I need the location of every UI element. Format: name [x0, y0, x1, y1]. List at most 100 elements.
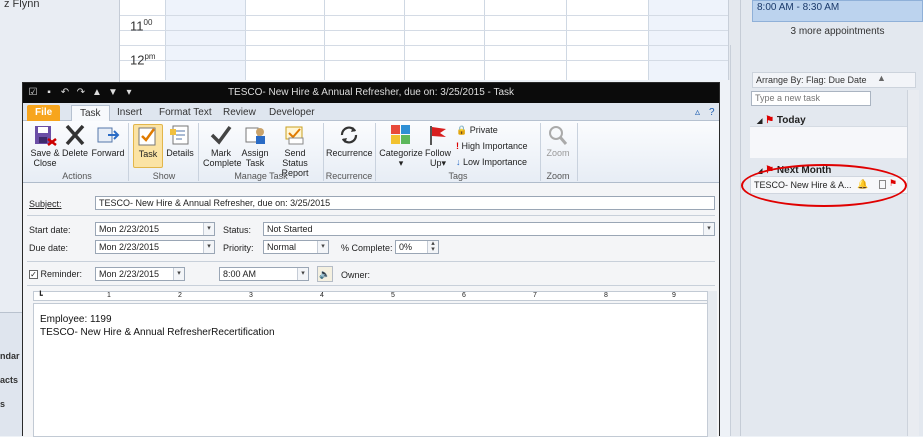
- group-show: Show: [152, 171, 176, 181]
- todo-scrollbar[interactable]: [907, 90, 919, 436]
- nav-buttons: ndar acts s: [0, 312, 22, 436]
- tab-insert[interactable]: Insert: [109, 105, 150, 121]
- dropdown-icon: ▾: [398, 158, 404, 168]
- status-dropdown[interactable]: Not Started ▾: [263, 222, 715, 236]
- details-button[interactable]: Details: [165, 124, 195, 158]
- save-close-icon: [35, 126, 57, 146]
- low-importance-button[interactable]: ↓ Low Importance: [456, 157, 527, 167]
- follow-up-flag-icon: [430, 126, 446, 145]
- middle-scrollbar[interactable]: [730, 45, 740, 436]
- nav-tasks[interactable]: s: [0, 399, 5, 409]
- mark-complete-button[interactable]: Mark Complete: [203, 124, 242, 168]
- ribbon-tabs: File Task Insert Format Text Review Deve…: [23, 103, 719, 121]
- body-scrollbar[interactable]: [707, 291, 717, 437]
- start-date-label: Start date:: [29, 225, 71, 235]
- low-importance-icon: ↓: [456, 157, 461, 167]
- subject-input[interactable]: TESCO- New Hire & Annual Refresher, due …: [95, 196, 715, 210]
- hour-12: 12pm: [130, 52, 156, 68]
- user-name: z Flynn: [4, 0, 40, 10]
- ruler: ┗ 1 2 3 4 5 6 7 8 9: [33, 291, 713, 301]
- zoom-button[interactable]: Zoom: [543, 124, 573, 158]
- save-close-button[interactable]: Save & Close: [29, 124, 61, 168]
- high-importance-button[interactable]: ! High Importance: [456, 141, 528, 151]
- percent-complete-stepper[interactable]: 0% ▴ ▾: [395, 240, 439, 254]
- status-report-icon: [285, 126, 304, 145]
- reminder-time-dropdown[interactable]: 8:00 AM ▾: [219, 267, 309, 281]
- nav-calendar[interactable]: ndar: [0, 351, 20, 361]
- task-check-icon: [138, 127, 156, 146]
- delete-button[interactable]: Delete: [61, 124, 89, 158]
- assign-task-button[interactable]: Assign Task: [240, 124, 270, 168]
- subject-label: Subject:: [29, 199, 62, 209]
- forward-button[interactable]: Forward: [90, 124, 126, 158]
- due-date-picker[interactable]: Mon 2/23/2015 ▾: [95, 240, 215, 254]
- tab-format-text[interactable]: Format Text: [151, 105, 220, 121]
- group-manage-task: Manage Task: [234, 171, 288, 181]
- recurrence-icon: [340, 126, 358, 144]
- tab-stop-icon[interactable]: ┗: [38, 291, 43, 300]
- tab-file[interactable]: File: [27, 105, 61, 121]
- magnifier-icon: [549, 126, 568, 145]
- hour-11: 1100: [130, 18, 153, 34]
- window-title: TESCO- New Hire & Annual Refresher, due …: [227, 87, 515, 98]
- body-title-line: TESCO- New Hire & Annual RefresherRecert…: [40, 327, 275, 338]
- tab-review[interactable]: Review: [215, 105, 264, 121]
- help-icon[interactable]: ?: [701, 105, 723, 121]
- group-actions: Actions: [62, 171, 92, 181]
- categorize-icon: [391, 125, 410, 144]
- sort-chevron-icon[interactable]: ▲: [877, 73, 886, 83]
- title-bar: ☑ ▪ ↶ ↷ ▲ ▼ ▾ TESCO- New Hire & Annual R…: [23, 83, 719, 103]
- task-window: ☑ ▪ ↶ ↷ ▲ ▼ ▾ TESCO- New Hire & Annual R…: [22, 82, 720, 437]
- task-view-button[interactable]: Task: [133, 124, 163, 168]
- dropdown-arrow-icon[interactable]: ▾: [203, 223, 214, 235]
- lock-icon: 🔒: [456, 125, 468, 135]
- due-date-label: Due date:: [29, 243, 69, 253]
- categorize-button[interactable]: Categorize ▾: [379, 124, 423, 168]
- today-tasks-area: [750, 126, 918, 158]
- recurrence-button[interactable]: Recurrence: [326, 124, 373, 158]
- dropdown-arrow-icon[interactable]: ▾: [703, 223, 714, 235]
- dropdown-arrow-icon[interactable]: ▾: [173, 268, 184, 280]
- collapse-icon: ◢: [757, 118, 763, 125]
- nav-contacts[interactable]: acts: [0, 375, 18, 385]
- more-appointments-link[interactable]: 3 more appointments: [752, 26, 923, 37]
- tab-task[interactable]: Task: [71, 105, 110, 121]
- private-button[interactable]: 🔒 Private: [456, 125, 498, 136]
- assign-task-icon: [245, 127, 265, 144]
- calendar-grid: 1100 12pm: [120, 0, 740, 80]
- dropdown-icon: ▾: [441, 158, 447, 168]
- percent-complete-label: % Complete:: [341, 243, 393, 253]
- arrange-by-header[interactable]: Arrange By: Flag: Due Date: [752, 72, 916, 88]
- forward-arrow-icon: [97, 127, 120, 143]
- group-recurrence: Recurrence: [325, 171, 373, 181]
- checkmark-icon: [210, 125, 232, 145]
- send-status-report-button[interactable]: Send Status Report: [271, 124, 319, 178]
- group-today[interactable]: ◢ ⚑ Today: [757, 115, 806, 126]
- follow-up-button[interactable]: Follow Up▾: [423, 124, 453, 168]
- priority-label: Priority:: [223, 243, 254, 253]
- group-tags: Tags: [448, 171, 468, 181]
- new-task-input[interactable]: Type a new task: [751, 91, 871, 106]
- details-icon: [170, 125, 189, 145]
- dropdown-arrow-icon[interactable]: ▾: [203, 241, 214, 253]
- group-zoom: Zoom: [546, 171, 570, 181]
- reminder-date-picker[interactable]: Mon 2/23/2015 ▾: [95, 267, 185, 281]
- tab-developer[interactable]: Developer: [261, 105, 323, 121]
- high-importance-icon: !: [456, 141, 459, 151]
- status-label: Status:: [223, 225, 252, 235]
- owner-label: Owner:: [341, 270, 371, 280]
- reminder-sound-icon[interactable]: 🔈: [317, 266, 333, 282]
- reminder-checkbox[interactable]: ✓ Reminder:: [29, 269, 82, 279]
- task-form: Subject: TESCO- New Hire & Annual Refres…: [23, 183, 719, 437]
- task-body-editor[interactable]: Employee: 1199 TESCO- New Hire & Annual …: [33, 303, 715, 437]
- dropdown-arrow-icon[interactable]: ▾: [297, 268, 308, 280]
- dropdown-arrow-icon[interactable]: ▾: [317, 241, 328, 253]
- appointment-block[interactable]: 8:00 AM - 8:30 AM: [752, 0, 923, 22]
- priority-dropdown[interactable]: Normal ▾: [263, 240, 329, 254]
- spinner-icon[interactable]: ▴ ▾: [427, 240, 438, 253]
- start-date-picker[interactable]: Mon 2/23/2015 ▾: [95, 222, 215, 236]
- delete-x-icon: [65, 124, 85, 146]
- red-annotation-circle: [741, 164, 907, 207]
- flag-icon: ⚑: [765, 115, 775, 126]
- body-employee-line: Employee: 1199: [40, 314, 112, 325]
